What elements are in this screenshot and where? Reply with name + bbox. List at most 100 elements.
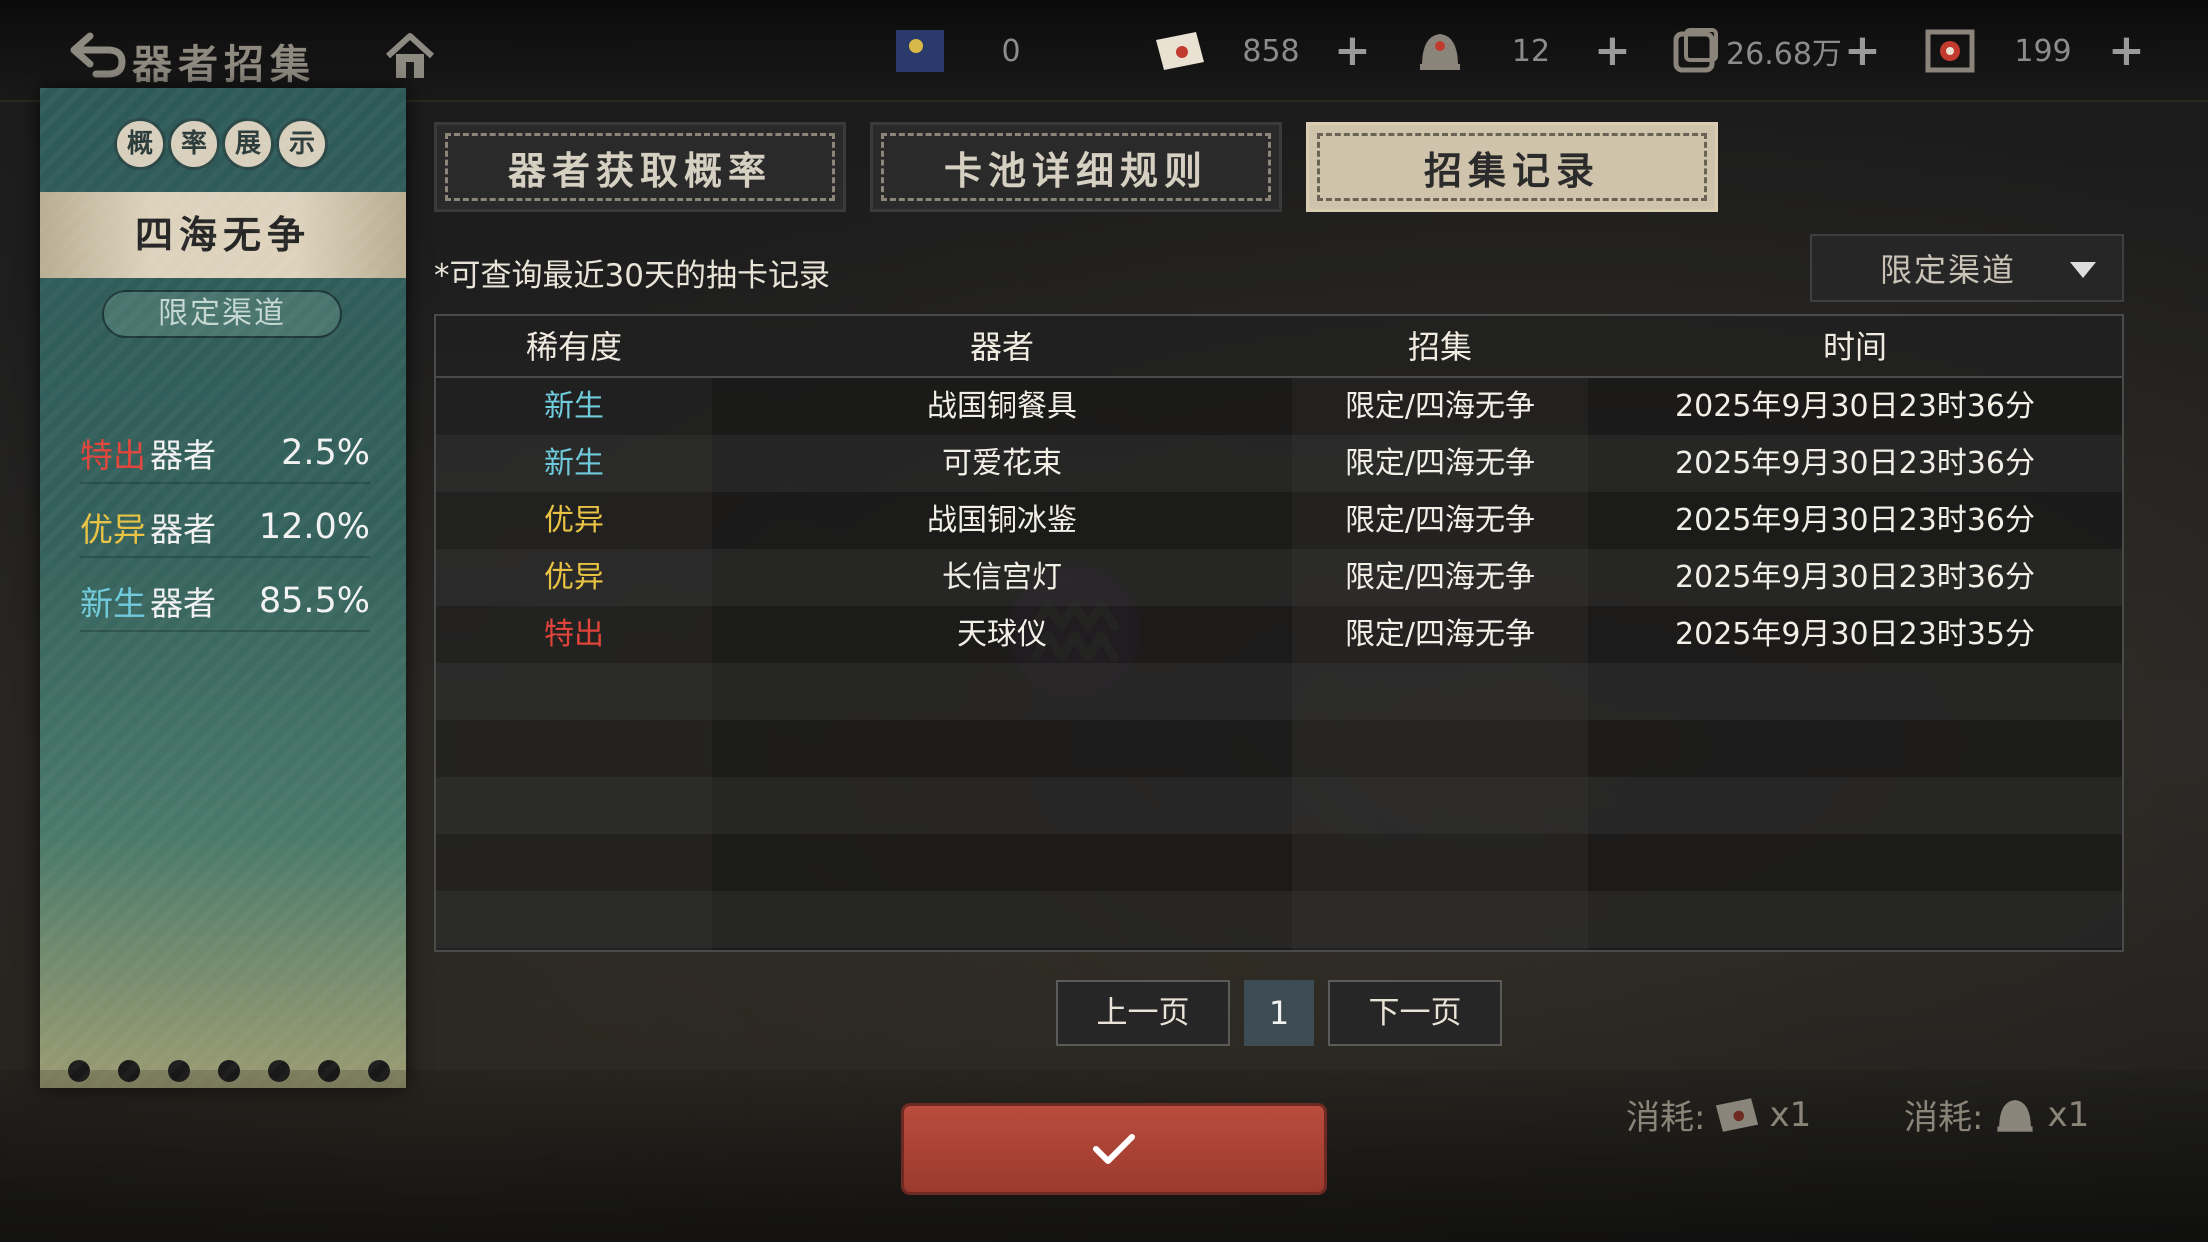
- cell-item: 天球仪: [957, 617, 1047, 652]
- cell-rarity: 优异: [544, 560, 604, 595]
- resource-value: 0: [1001, 33, 1021, 69]
- flag-icon: [896, 30, 944, 72]
- cell-pool: 限定/四海无争: [1344, 389, 1536, 424]
- rate-percent: 2.5%: [281, 433, 370, 473]
- cost-label: 消耗:: [1626, 1098, 1706, 1138]
- header-item: 器者: [969, 328, 1034, 366]
- ticket-envelope-icon: [1716, 1097, 1759, 1132]
- tab-recruit-records[interactable]: 招集记录: [1306, 122, 1718, 212]
- table-header: 稀有度 器者 招集 时间: [436, 316, 2122, 378]
- page-number: 1: [1244, 980, 1314, 1046]
- probability-panel: 概 率 展 示 四海无争 限定渠道 特出 器者 2.5% 优异 器者 12.0%…: [40, 88, 406, 1088]
- cell-rarity: 特出: [544, 617, 604, 652]
- cost-single: 消耗: x1: [1626, 1090, 1811, 1139]
- resource-value: 199: [2014, 33, 2072, 69]
- resource-ticket: 858 +: [1152, 26, 1371, 76]
- rate-percent: 12.0%: [258, 507, 370, 547]
- home-icon[interactable]: [384, 32, 436, 80]
- add-bell-button[interactable]: +: [1594, 29, 1631, 73]
- tab-probability[interactable]: 器者获取概率: [434, 122, 846, 212]
- header-pool: 招集: [1407, 328, 1472, 366]
- cell-rarity: 新生: [544, 446, 604, 481]
- cell-pool: 限定/四海无争: [1344, 560, 1536, 595]
- ticket-envelope-icon: [1156, 32, 1204, 70]
- add-coin-button[interactable]: +: [1844, 29, 1881, 73]
- tab-label: 器者获取概率: [445, 133, 835, 201]
- table-row: 特出 天球仪 限定/四海无争 2025年9月30日23时35分: [436, 606, 2122, 663]
- prev-page-button[interactable]: 上一页: [1056, 980, 1230, 1046]
- resource-value: 12: [1511, 33, 1551, 69]
- rate-noun: 器者: [150, 584, 216, 623]
- table-row: 新生 可爱花束 限定/四海无争 2025年9月30日23时36分: [436, 435, 2122, 492]
- table-row: 优异 战国铜冰鉴 限定/四海无争 2025年9月30日23时36分: [436, 492, 2122, 549]
- rate-tier: 特出: [80, 436, 146, 475]
- cell-item: 长信宫灯: [942, 560, 1062, 595]
- channel-label: 限定渠道: [102, 290, 342, 338]
- header-time: 时间: [1822, 328, 1887, 366]
- cost-quantity: x1: [1769, 1094, 1812, 1135]
- table-row-empty: [436, 663, 2122, 720]
- next-page-button[interactable]: 下一页: [1328, 980, 1502, 1046]
- tab-pool-rules[interactable]: 卡池详细规则: [870, 122, 1282, 212]
- cell-time: 2025年9月30日23时36分: [1675, 503, 2035, 538]
- top-bar: 器者招集 0 858 + 12 + 26.68万 + 199 +: [0, 0, 2208, 102]
- rate-row-excellent: 优异 器者 12.0%: [80, 498, 370, 558]
- table-row: 新生 战国铜餐具 限定/四海无争 2025年9月30日23时36分: [436, 378, 2122, 435]
- header-rarity: 稀有度: [525, 328, 622, 366]
- records-table: 稀有度 器者 招集 时间 新生 战国铜餐具 限定/四海无争 2025年9月30日…: [434, 314, 2124, 952]
- add-ticket-button[interactable]: +: [1334, 29, 1371, 73]
- query-note: *可查询最近30天的抽卡记录: [434, 258, 830, 294]
- rate-tier: 新生: [80, 584, 146, 623]
- dropdown-selected: 限定渠道: [1880, 251, 2017, 289]
- rate-percent: 85.5%: [258, 581, 370, 621]
- resource-value: 858: [1242, 33, 1300, 69]
- cell-rarity: 新生: [544, 389, 604, 424]
- pool-name: 四海无争: [40, 192, 406, 278]
- page-title: 器者招集: [132, 41, 316, 88]
- tab-label: 卡池详细规则: [881, 133, 1271, 201]
- cell-rarity: 优异: [544, 503, 604, 538]
- rate-row-newborn: 新生 器者 85.5%: [80, 572, 370, 632]
- tab-label: 招集记录: [1317, 133, 1707, 201]
- rate-noun: 器者: [150, 510, 216, 549]
- probability-title: 概 率 展 示: [114, 118, 328, 170]
- table-row: 优异 长信宫灯 限定/四海无争 2025年9月30日23时36分: [436, 549, 2122, 606]
- title-char: 展: [222, 118, 274, 170]
- rate-noun: 器者: [150, 436, 216, 475]
- cost-ten: 消耗: x1: [1904, 1090, 2089, 1139]
- cost-quantity: x1: [2047, 1094, 2090, 1135]
- cell-pool: 限定/四海无争: [1344, 503, 1536, 538]
- resource-coin: 26.68万 +: [1668, 26, 1881, 76]
- back-arrow-icon[interactable]: [68, 28, 128, 78]
- bell-token-icon: [1420, 34, 1460, 70]
- rate-tier: 优异: [80, 510, 146, 549]
- channel-filter-dropdown[interactable]: 限定渠道: [1810, 234, 2124, 302]
- checkmark-icon: [1093, 1134, 1135, 1164]
- table-row-empty: [436, 891, 2122, 948]
- title-char: 示: [276, 118, 328, 170]
- resource-value: 26.68万: [1726, 37, 1842, 72]
- resource-flag: 0: [892, 26, 1074, 76]
- add-target-button[interactable]: +: [2108, 29, 2145, 73]
- cell-item: 可爱花束: [942, 446, 1062, 481]
- cell-item: 战国铜餐具: [927, 389, 1077, 424]
- cell-pool: 限定/四海无争: [1344, 446, 1536, 481]
- cost-label: 消耗:: [1904, 1098, 1984, 1138]
- resource-bell: 12 +: [1412, 26, 1631, 76]
- resource-target: 199 +: [1922, 26, 2145, 76]
- confirm-button[interactable]: [904, 1106, 1324, 1192]
- cell-item: 战国铜冰鉴: [927, 503, 1077, 538]
- cell-time: 2025年9月30日23时36分: [1675, 560, 2035, 595]
- cell-pool: 限定/四海无争: [1344, 617, 1536, 652]
- table-row-empty: [436, 777, 2122, 834]
- bell-token-icon: [1997, 1099, 2034, 1132]
- cell-time: 2025年9月30日23时35分: [1675, 617, 2035, 652]
- rate-row-special: 特出 器者 2.5%: [80, 424, 370, 484]
- cell-time: 2025年9月30日23时36分: [1675, 389, 2035, 424]
- title-char: 率: [168, 118, 220, 170]
- chevron-down-icon: [2070, 262, 2096, 278]
- cell-time: 2025年9月30日23时36分: [1675, 446, 2035, 481]
- scroll-coin-icon: [1673, 28, 1718, 73]
- title-char: 概: [114, 118, 166, 170]
- target-token-icon: [1925, 29, 1975, 73]
